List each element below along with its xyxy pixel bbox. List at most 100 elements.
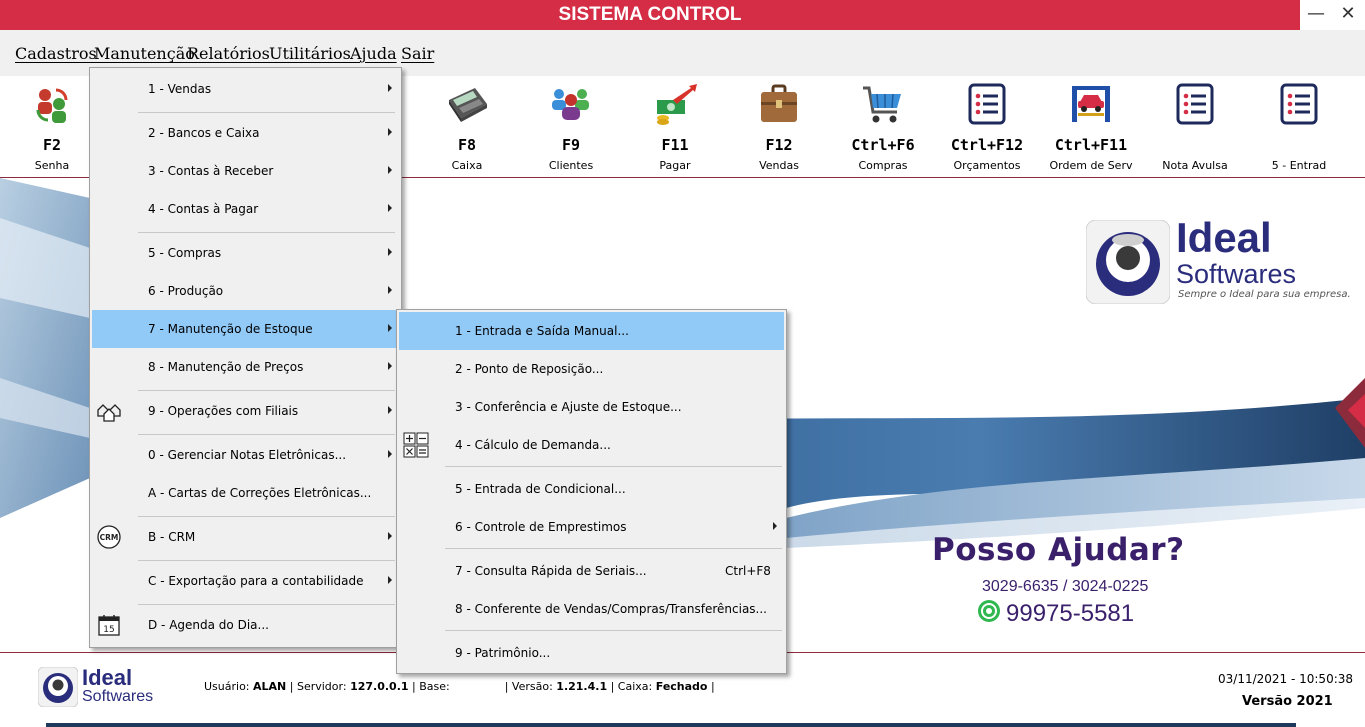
- close-button[interactable]: ✕: [1332, 0, 1364, 30]
- menu-item-notas-eletronicas[interactable]: 0 - Gerenciar Notas Eletrônicas...: [92, 436, 399, 474]
- menu-item-compras[interactable]: 5 - Compras: [92, 234, 399, 272]
- toolbar-key: F11: [661, 136, 689, 154]
- menu-cadastros[interactable]: Cadastros: [15, 44, 97, 63]
- submenu-item-entrada-saida[interactable]: 1 - Entrada e Saída Manual...: [399, 312, 784, 350]
- calculator-icon: [403, 432, 429, 458]
- submenu-arrow-icon: [388, 128, 392, 136]
- toolbar-button-compras[interactable]: Ctrl+F6 Compras: [831, 76, 935, 176]
- menu-item-label: 6 - Controle de Emprestimos: [455, 520, 627, 534]
- money-arrow-icon: [657, 84, 697, 125]
- user-label: Usuário:: [204, 680, 254, 693]
- menu-item-label: 4 - Contas à Pagar: [148, 202, 259, 216]
- toolbar-button-ordem-servico[interactable]: Ctrl+F11 Ordem de Serv: [1039, 76, 1143, 176]
- minimize-button[interactable]: —: [1300, 0, 1332, 30]
- menu-item-label: 5 - Entrada de Condicional...: [455, 482, 626, 496]
- submenu-item-conferente-vendas[interactable]: 8 - Conferente de Vendas/Compras/Transfe…: [399, 590, 784, 628]
- toolbar-button-clientes[interactable]: F9 Clientes: [519, 76, 623, 176]
- server-value: 127.0.0.1: [350, 680, 409, 693]
- user-value: ALAN: [253, 680, 287, 693]
- toolbar-key: F12: [765, 136, 793, 154]
- toolbar-button-nota-avulsa[interactable]: Nota Avulsa: [1143, 76, 1247, 176]
- caixa-value: Fechado: [655, 680, 708, 693]
- toolbar-button-orcamentos[interactable]: Ctrl+F12 Orçamentos: [935, 76, 1039, 176]
- menu-item-cartas-correcoes[interactable]: A - Cartas de Correções Eletrônicas...: [92, 474, 399, 512]
- menu-item-label: D - Agenda do Dia...: [148, 618, 269, 632]
- brand-subtitle: Softwares: [1176, 259, 1297, 289]
- menu-item-label: C - Exportação para a contabilidade: [148, 574, 364, 588]
- menu-item-crm[interactable]: CRM B - CRM: [92, 518, 399, 556]
- menu-ajuda[interactable]: Ajuda: [350, 44, 397, 63]
- menu-item-label: 0 - Gerenciar Notas Eletrônicas...: [148, 448, 347, 462]
- menu-item-producao[interactable]: 6 - Produção: [92, 272, 399, 310]
- submenu-arrow-icon: [388, 204, 392, 212]
- toolbar-label: Ordem de Serv: [1049, 159, 1133, 172]
- submenu-item-ponto-reposicao[interactable]: 2 - Ponto de Reposição...: [399, 350, 784, 388]
- menu-utilitarios[interactable]: Utilitários: [269, 44, 351, 63]
- toolbar-key: F9: [561, 136, 581, 154]
- list-icon: [1280, 83, 1318, 125]
- toolbar-label: Caixa: [451, 159, 483, 172]
- ideal-logo-icon: [38, 667, 78, 707]
- menu-item-label: 9 - Patrimônio...: [455, 646, 551, 660]
- datetime: 03/11/2021 - 10:50:38: [1218, 672, 1354, 686]
- menu-relatorios[interactable]: Relatórios: [187, 44, 270, 63]
- window-title: SISTEMA CONTROL: [558, 4, 742, 25]
- submenu-item-consulta-seriais[interactable]: 7 - Consulta Rápida de Seriais... Ctrl+F…: [399, 552, 784, 590]
- submenu-arrow-icon: [388, 324, 392, 332]
- version-label: | Versão:: [501, 680, 557, 693]
- menu-item-label: A - Cartas de Correções Eletrônicas...: [148, 486, 372, 500]
- menu-sair[interactable]: Sair: [401, 44, 434, 63]
- briefcase-icon: [761, 84, 797, 122]
- version-year: Versão 2021: [1242, 694, 1333, 709]
- menu-item-bancos-caixa[interactable]: 2 - Bancos e Caixa: [92, 114, 399, 152]
- menu-item-contas-receber[interactable]: 3 - Contas à Receber: [92, 152, 399, 190]
- menu-item-agenda-dia[interactable]: 15 D - Agenda do Dia...: [92, 606, 399, 644]
- toolbar-button-pagar[interactable]: F11 Pagar: [623, 76, 727, 176]
- toolbar-label: Orçamentos: [953, 159, 1021, 172]
- submenu-item-entrada-condicional[interactable]: 5 - Entrada de Condicional...: [399, 470, 784, 508]
- menu-item-label: 6 - Produção: [148, 284, 224, 298]
- submenu-arrow-icon: [388, 286, 392, 294]
- menu-item-label: 1 - Vendas: [148, 82, 212, 96]
- menu-item-manutencao-estoque[interactable]: 7 - Manutenção de Estoque: [92, 310, 399, 348]
- separator: [138, 560, 395, 561]
- session-info: Usuário: ALAN | Servidor: 127.0.0.1 | Ba…: [204, 680, 715, 693]
- window-controls: — ✕: [1300, 0, 1365, 30]
- menu-item-label: 3 - Contas à Receber: [148, 164, 274, 178]
- submenu-item-patrimonio[interactable]: 9 - Patrimônio...: [399, 634, 784, 672]
- list-icon: [1176, 83, 1214, 125]
- contact-title: Posso Ajudar?: [932, 532, 1185, 568]
- branches-icon: [97, 404, 121, 422]
- toolbar-button-entrada[interactable]: 5 - Entrad: [1247, 76, 1351, 176]
- menu-item-label: 8 - Conferente de Vendas/Compras/Transfe…: [455, 602, 767, 616]
- menu-item-exportacao-contabilidade[interactable]: C - Exportação para a contabilidade: [92, 562, 399, 600]
- menu-item-vendas[interactable]: 1 - Vendas: [92, 70, 399, 108]
- manutencao-dropdown: 1 - Vendas 2 - Bancos e Caixa 3 - Contas…: [89, 67, 402, 648]
- submenu-item-conferencia-ajuste[interactable]: 3 - Conferência e Ajuste de Estoque...: [399, 388, 784, 426]
- submenu-item-calculo-demanda[interactable]: 4 - Cálculo de Demanda...: [399, 426, 784, 464]
- menu-item-label: 4 - Cálculo de Demanda...: [455, 438, 611, 452]
- separator: [138, 112, 395, 113]
- calendar-icon-text: 15: [103, 625, 114, 635]
- separator: [445, 466, 782, 467]
- toolbar-button-caixa[interactable]: F8 Caixa: [415, 76, 519, 176]
- toolbar-button-vendas[interactable]: F12 Vendas: [727, 76, 831, 176]
- car-lift-icon: [1072, 86, 1110, 122]
- menu-item-manutencao-precos[interactable]: 8 - Manutenção de Preços: [92, 348, 399, 386]
- toolbar-key: F8: [457, 136, 477, 154]
- toolbar-label: Nota Avulsa: [1162, 159, 1228, 172]
- menu-item-label: 3 - Conferência e Ajuste de Estoque...: [455, 400, 682, 414]
- shortcut-label: Ctrl+F8: [725, 564, 771, 578]
- menu-item-operacoes-filiais[interactable]: 9 - Operações com Filiais: [92, 392, 399, 430]
- submenu-arrow-icon: [388, 406, 392, 414]
- menu-item-label: 7 - Manutenção de Estoque: [148, 322, 313, 336]
- menu-item-label: B - CRM: [148, 530, 196, 544]
- submenu-item-controle-emprestimos[interactable]: 6 - Controle de Emprestimos: [399, 508, 784, 546]
- menu-item-contas-pagar[interactable]: 4 - Contas à Pagar: [92, 190, 399, 228]
- menu-manutencao[interactable]: Manutenção: [94, 44, 195, 63]
- toolbar-label: Compras: [858, 159, 908, 172]
- separator: [138, 390, 395, 391]
- menu-item-label: 2 - Ponto de Reposição...: [455, 362, 604, 376]
- contact-whatsapp: 99975-5581: [1006, 600, 1135, 627]
- menu-item-label: 2 - Bancos e Caixa: [148, 126, 260, 140]
